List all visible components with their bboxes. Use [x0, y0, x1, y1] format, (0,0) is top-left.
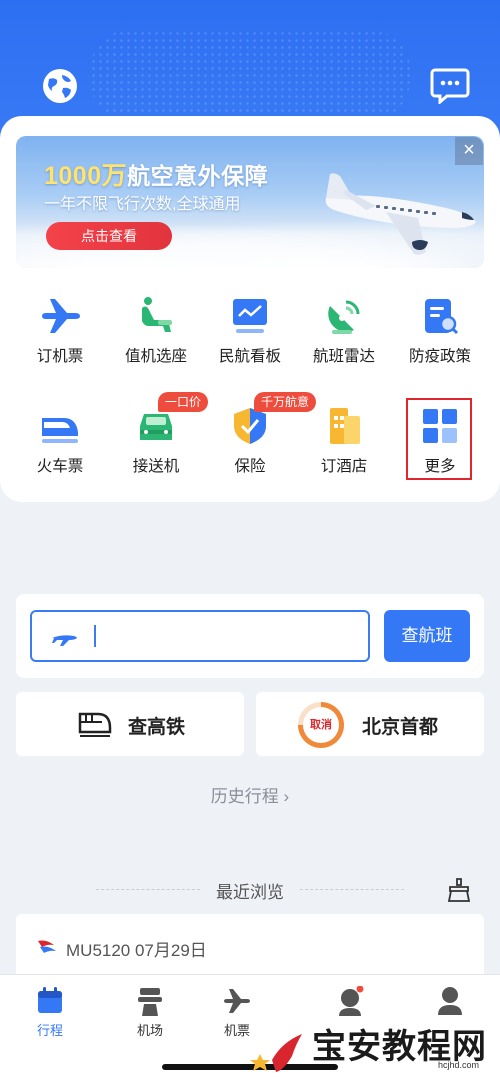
promo-banner[interactable]: 1000万航空意外保障 一年不限飞行次数,全球通用 点击查看: [16, 136, 484, 268]
radar-icon: [328, 300, 360, 334]
grid-item-flight-radar[interactable]: 航班雷达: [297, 296, 391, 376]
grid-label: 民航看板: [218, 348, 281, 365]
train-icon: [42, 418, 78, 443]
grid-item-checkin-seat[interactable]: 值机选座: [109, 296, 203, 376]
check-high-speed-rail-button[interactable]: 查高铁: [16, 692, 244, 756]
banner-subtitle: 一年不限飞行次数,全球通用: [44, 196, 241, 213]
cancel-rate-ring: 取消: [298, 702, 344, 748]
seat-icon: [142, 297, 172, 332]
grid-item-epidemic-policy[interactable]: 防疫政策: [393, 296, 487, 376]
price-tag-badge: 一口价: [158, 392, 209, 412]
airplane-icon: [42, 299, 80, 333]
cancel-badge: 取消: [310, 719, 332, 731]
grid-item-airport-transfer[interactable]: 接送机: [109, 406, 203, 486]
service-agent-icon: [339, 986, 364, 1016]
flight-search-input[interactable]: [30, 610, 370, 662]
grid-label: 火车票: [36, 458, 84, 475]
policy-search-icon: [425, 299, 459, 335]
globe-icon[interactable]: [40, 66, 80, 106]
watermark-url: hcjhd.com: [438, 1060, 480, 1070]
grid-label: 订机票: [36, 348, 84, 365]
chat-bubble-icon[interactable]: [430, 66, 470, 104]
close-icon[interactable]: ×: [455, 137, 483, 165]
highlight-box: [406, 398, 472, 480]
banner-title-text: 航空意外保障: [127, 163, 269, 189]
shield-icon: [234, 408, 266, 444]
control-tower-icon: [138, 988, 162, 1016]
banner-view-button[interactable]: 点击查看: [46, 222, 172, 250]
grid-item-insurance[interactable]: 保险: [203, 406, 297, 486]
tab-label: 机场: [136, 1023, 163, 1038]
grid-item-train-ticket[interactable]: 火车票: [13, 406, 107, 486]
dashboard-icon: [233, 299, 267, 333]
grid-item-hotel[interactable]: 订酒店: [297, 406, 391, 486]
grid-label: 保险: [234, 458, 266, 475]
banner-title-number: 1000万: [44, 162, 128, 190]
train-icon: [78, 712, 112, 737]
airport-beijing-capital-button[interactable]: 取消 北京首都: [256, 692, 484, 756]
tab-label: 行程: [36, 1023, 63, 1038]
hotel-icon: [330, 408, 360, 444]
grid-label: 防疫政策: [408, 348, 471, 365]
tab-airport[interactable]: 机场: [110, 986, 190, 1042]
grid-item-book-flight[interactable]: 订机票: [13, 296, 107, 376]
broom-icon[interactable]: [446, 877, 472, 903]
grid-item-aviation-dashboard[interactable]: 民航看板: [203, 296, 297, 376]
quick-label: 查高铁: [128, 717, 186, 738]
world-map-decoration: [90, 30, 410, 120]
grid-label: 订酒店: [320, 458, 368, 475]
search-flight-button[interactable]: 查航班: [384, 610, 470, 662]
recent-flight-text: MU5120 07月29日: [66, 941, 207, 960]
grid-label: 接送机: [132, 458, 180, 475]
recent-browse-title: 最近浏览: [216, 883, 284, 902]
grid-label: 航班雷达: [312, 348, 375, 365]
history-trips-link[interactable]: 历史行程 ›: [0, 782, 500, 807]
quick-label: 北京首都: [362, 717, 439, 738]
car-icon: [140, 414, 172, 440]
china-eastern-logo-icon: [38, 940, 56, 953]
text-caret: [94, 625, 96, 647]
airplane-icon: [52, 635, 77, 646]
profile-icon: [438, 987, 462, 1015]
banner-title: 1000万航空意外保障: [44, 156, 268, 192]
airplane-icon: [224, 989, 250, 1013]
grid-label: 值机选座: [124, 348, 187, 365]
airplane-illustration: [325, 173, 476, 255]
tab-trips[interactable]: 行程: [10, 986, 90, 1042]
calendar-icon: [38, 987, 62, 1013]
